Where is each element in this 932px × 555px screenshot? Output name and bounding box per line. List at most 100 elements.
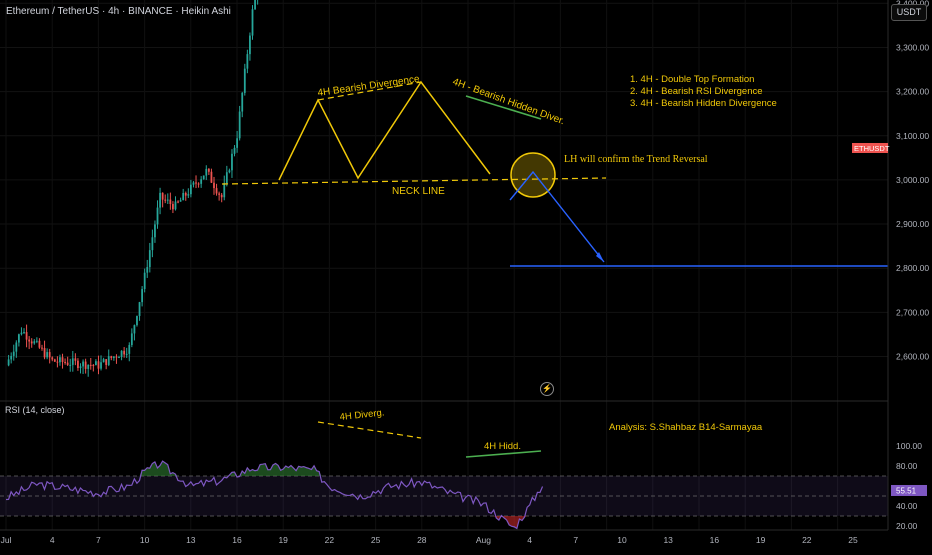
candle-body	[215, 188, 218, 194]
rsi-axis[interactable]: 100.00 80.00 40.00 20.00 55.51	[891, 441, 927, 531]
candle-body	[69, 364, 72, 366]
candle-body	[156, 207, 159, 225]
candle-body	[25, 332, 28, 340]
candle-body	[177, 201, 179, 203]
candle-body	[243, 68, 246, 93]
candle-body	[92, 365, 95, 367]
candle-body	[223, 183, 226, 198]
candle-body	[53, 359, 56, 362]
candle-body	[151, 237, 154, 251]
lightning-icon[interactable]: ⚡	[540, 382, 554, 396]
candle-body	[17, 334, 20, 343]
candle-body	[251, 9, 254, 36]
candle-body	[56, 361, 59, 363]
candle-body	[184, 192, 187, 196]
time-tick: 22	[325, 535, 335, 545]
time-tick: 7	[96, 535, 101, 545]
price-tick: 2,700.00	[896, 307, 929, 317]
candle-body	[133, 325, 136, 334]
price-tick: 3,300.00	[896, 42, 929, 52]
candle-body	[77, 360, 79, 368]
candle-body	[246, 54, 249, 69]
list-item-3: 3. 4H - Bearish Hidden Divergence	[630, 98, 777, 109]
candle-body	[187, 194, 190, 196]
candle-body	[7, 359, 10, 366]
candle-body	[218, 193, 221, 195]
candle-body	[100, 362, 102, 369]
candle-body	[143, 272, 146, 290]
candle-body	[233, 147, 236, 154]
candle-body	[161, 192, 164, 200]
candle-body	[141, 289, 144, 303]
candle-body	[238, 111, 241, 139]
candle-body	[169, 199, 172, 205]
time-tick: 10	[140, 535, 150, 545]
candle-body	[30, 341, 33, 344]
time-tick: Aug	[476, 535, 491, 545]
candle-body	[213, 182, 215, 189]
rsi-tick: 100.00	[896, 441, 922, 451]
price-tick: 2,900.00	[896, 219, 929, 229]
candle-body	[95, 361, 97, 366]
rsi-tick: 40.00	[896, 501, 918, 511]
time-tick: 10	[617, 535, 627, 545]
candle-body	[15, 342, 18, 352]
candle-body	[125, 353, 128, 355]
time-tick: 19	[278, 535, 288, 545]
time-tick: Jul	[1, 535, 12, 545]
chart-canvas[interactable]: 4H Bearish Divergence 4H - Bearish Hidde…	[0, 0, 932, 550]
candle-body	[192, 182, 195, 185]
candle-body	[225, 172, 228, 184]
rsi-hidden-label: 4H Hidd.	[484, 441, 521, 452]
candle-body	[202, 175, 205, 180]
candle-body	[46, 352, 49, 358]
time-tick: 25	[371, 535, 381, 545]
candle-body	[12, 351, 15, 356]
candle-body	[115, 356, 118, 358]
candle-body	[148, 250, 151, 268]
time-tick: 16	[232, 535, 242, 545]
time-tick: 13	[186, 535, 196, 545]
candle-body	[166, 199, 169, 201]
currency-button[interactable]: USDT	[891, 4, 927, 21]
candle-body	[38, 340, 41, 348]
candle-body	[254, 0, 256, 10]
candle-body	[164, 199, 167, 201]
candle-body	[102, 359, 105, 363]
time-tick: 4	[50, 535, 55, 545]
candle-body	[249, 35, 251, 55]
candle-body	[174, 201, 177, 210]
candle-body	[154, 224, 156, 238]
candle-body	[112, 356, 115, 358]
candle-body	[138, 302, 141, 317]
time-tick: 4	[527, 535, 532, 545]
candle-body	[228, 170, 231, 173]
candle-body	[20, 332, 23, 335]
candle-body	[59, 357, 61, 363]
price-tick: 2,600.00	[896, 352, 929, 362]
candle-body	[110, 356, 113, 358]
candle-body	[61, 357, 64, 362]
candle-body	[64, 361, 66, 363]
candle-body	[48, 352, 51, 358]
chart-stage[interactable]: 4H Bearish Divergence 4H - Bearish Hidde…	[0, 0, 932, 550]
candle-body	[146, 267, 149, 273]
candle-body	[107, 356, 110, 365]
candle-body	[87, 364, 90, 369]
candle-body	[23, 332, 25, 334]
candle-body	[172, 204, 174, 210]
rsi-tick: 20.00	[896, 521, 918, 531]
candle-body	[118, 357, 120, 359]
candle-body	[33, 341, 36, 344]
candle-body	[120, 350, 123, 358]
candle-body	[195, 182, 197, 184]
candle-body	[82, 361, 84, 367]
candle-body	[41, 347, 43, 349]
candle-body	[159, 192, 161, 208]
candle-body	[84, 361, 87, 369]
price-tick: 2,800.00	[896, 263, 929, 273]
candle-body	[205, 168, 208, 176]
author-label: Analysis: S.Shahbaz B14-Sarmayaa	[609, 422, 763, 433]
candle-body	[43, 348, 46, 358]
candle-body	[189, 184, 192, 195]
